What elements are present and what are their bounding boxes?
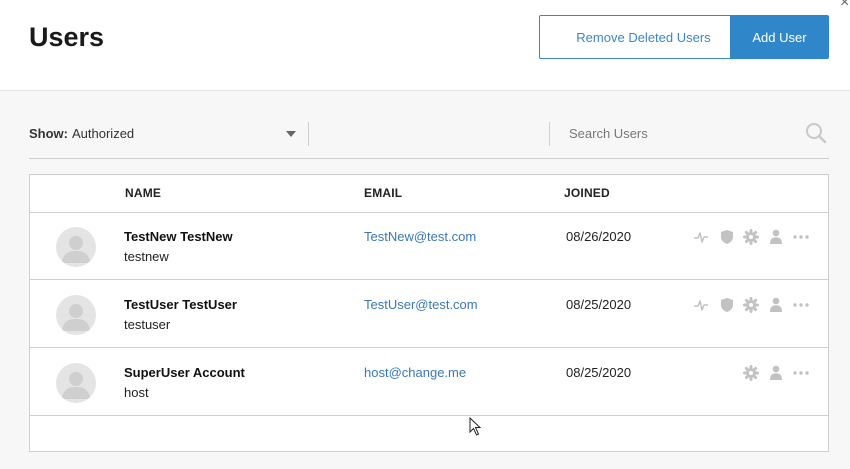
column-header-name: NAME	[125, 186, 162, 200]
gear-icon[interactable]	[743, 365, 759, 386]
person-icon[interactable]	[769, 297, 783, 318]
more-icon[interactable]	[792, 297, 810, 318]
add-user-button[interactable]: Add User	[730, 15, 829, 59]
shield-icon[interactable]	[720, 229, 734, 250]
avatar	[56, 227, 96, 267]
user-joined-date: 08/25/2020	[566, 297, 632, 312]
table-header: NAME EMAIL JOINED	[30, 175, 828, 213]
mouse-cursor-icon	[469, 417, 482, 436]
more-icon[interactable]	[792, 229, 810, 250]
person-icon[interactable]	[769, 229, 783, 250]
more-icon[interactable]	[792, 365, 810, 386]
remove-deleted-users-button[interactable]: Remove Deleted Users	[539, 15, 748, 59]
page-title: Users	[29, 22, 105, 52]
person-icon[interactable]	[769, 365, 783, 386]
show-filter-select[interactable]: Authorized	[72, 126, 134, 141]
divider	[549, 122, 550, 146]
divider	[308, 122, 309, 146]
user-username: testuser	[124, 317, 171, 332]
avatar	[56, 295, 96, 335]
user-joined-date: 08/26/2020	[566, 229, 632, 244]
user-email-link[interactable]: TestUser@test.com	[364, 297, 478, 312]
show-label: Show:	[29, 126, 68, 141]
user-display-name: SuperUser Account	[124, 365, 245, 380]
avatar	[56, 363, 96, 403]
user-joined-date: 08/25/2020	[566, 365, 632, 380]
avatar-placeholder-icon	[62, 372, 90, 399]
user-email-link[interactable]: TestNew@test.com	[364, 229, 476, 244]
gear-icon[interactable]	[743, 229, 759, 250]
table-row[interactable]: TestNew TestNew testnew TestNew@test.com 08…	[30, 212, 828, 280]
table-row[interactable]: SuperUser Account host host@change.me 08/25…	[30, 348, 828, 416]
shield-icon[interactable]	[720, 297, 734, 318]
gear-icon[interactable]	[743, 297, 759, 318]
search-icon[interactable]	[805, 122, 827, 144]
chevron-down-icon[interactable]	[286, 131, 296, 137]
search-input[interactable]	[559, 120, 809, 146]
user-display-name: TestUser TestUser	[124, 297, 237, 312]
users-table: NAME EMAIL JOINED TestNew TestNew testnew…	[29, 174, 829, 452]
filter-bar: Show: Authorized	[29, 118, 829, 159]
column-header-email: EMAIL	[364, 186, 403, 200]
activity-icon[interactable]	[693, 297, 709, 318]
user-display-name: TestNew TestNew	[124, 229, 233, 244]
user-email-link[interactable]: host@change.me	[364, 365, 466, 380]
avatar-placeholder-icon	[62, 236, 90, 263]
activity-icon[interactable]	[693, 229, 709, 250]
close-icon[interactable]: ×	[840, 0, 849, 13]
avatar-placeholder-icon	[62, 304, 90, 331]
table-row[interactable]: TestUser TestUser testuser TestUser@test.c…	[30, 280, 828, 348]
page-header: Users Remove Deleted Users Add User	[0, 0, 850, 91]
column-header-joined: JOINED	[564, 186, 610, 200]
user-username: testnew	[124, 249, 169, 264]
user-username: host	[124, 385, 149, 400]
